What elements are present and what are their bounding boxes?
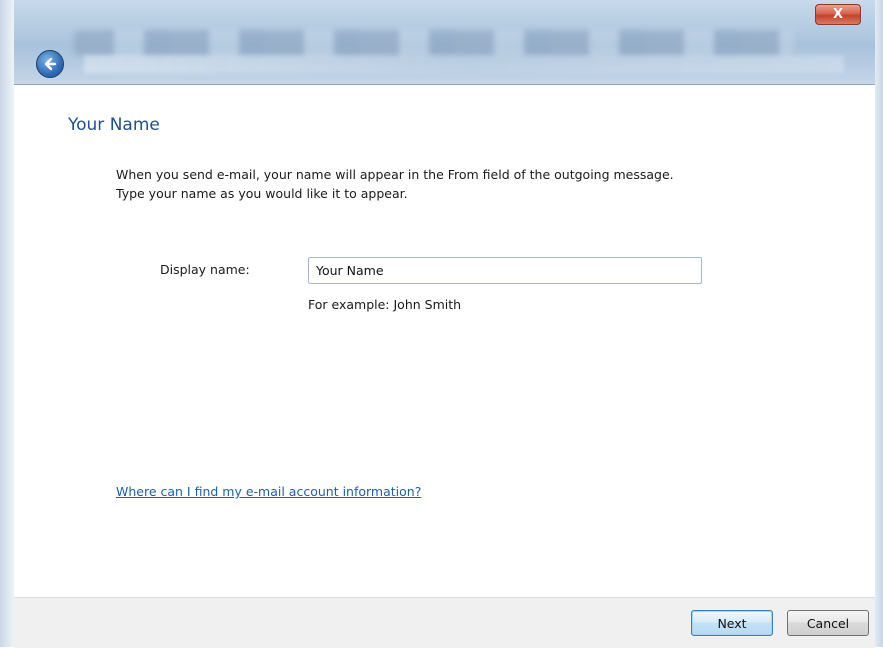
blurred-background [74,30,794,56]
back-arrow-icon [44,57,57,71]
cancel-button[interactable]: Cancel [787,610,869,636]
button-bar: Next Cancel [14,597,875,648]
page-title: Your Name [68,115,160,135]
close-icon: X [832,7,844,22]
wizard-content: Your Name When you send e-mail, your nam… [14,85,875,597]
wizard-window: X Your Name When you send e-mail, your n… [0,0,883,648]
window-frame-left [0,0,14,647]
display-name-input[interactable] [308,257,702,284]
description: When you send e-mail, your name will app… [116,165,796,203]
back-button[interactable] [36,50,64,78]
example-hint: For example: John Smith [308,297,462,312]
display-name-label: Display name: [160,262,250,277]
account-info-help-link[interactable]: Where can I find my e-mail account infor… [116,484,421,499]
close-button[interactable]: X [815,4,861,25]
description-line-2: Type your name as you would like it to a… [116,186,408,201]
title-bar: X [14,0,875,85]
next-button[interactable]: Next [691,610,773,636]
blurred-background-lower [84,55,844,73]
window-frame-right [875,0,883,647]
description-line-1: When you send e-mail, your name will app… [116,167,674,182]
